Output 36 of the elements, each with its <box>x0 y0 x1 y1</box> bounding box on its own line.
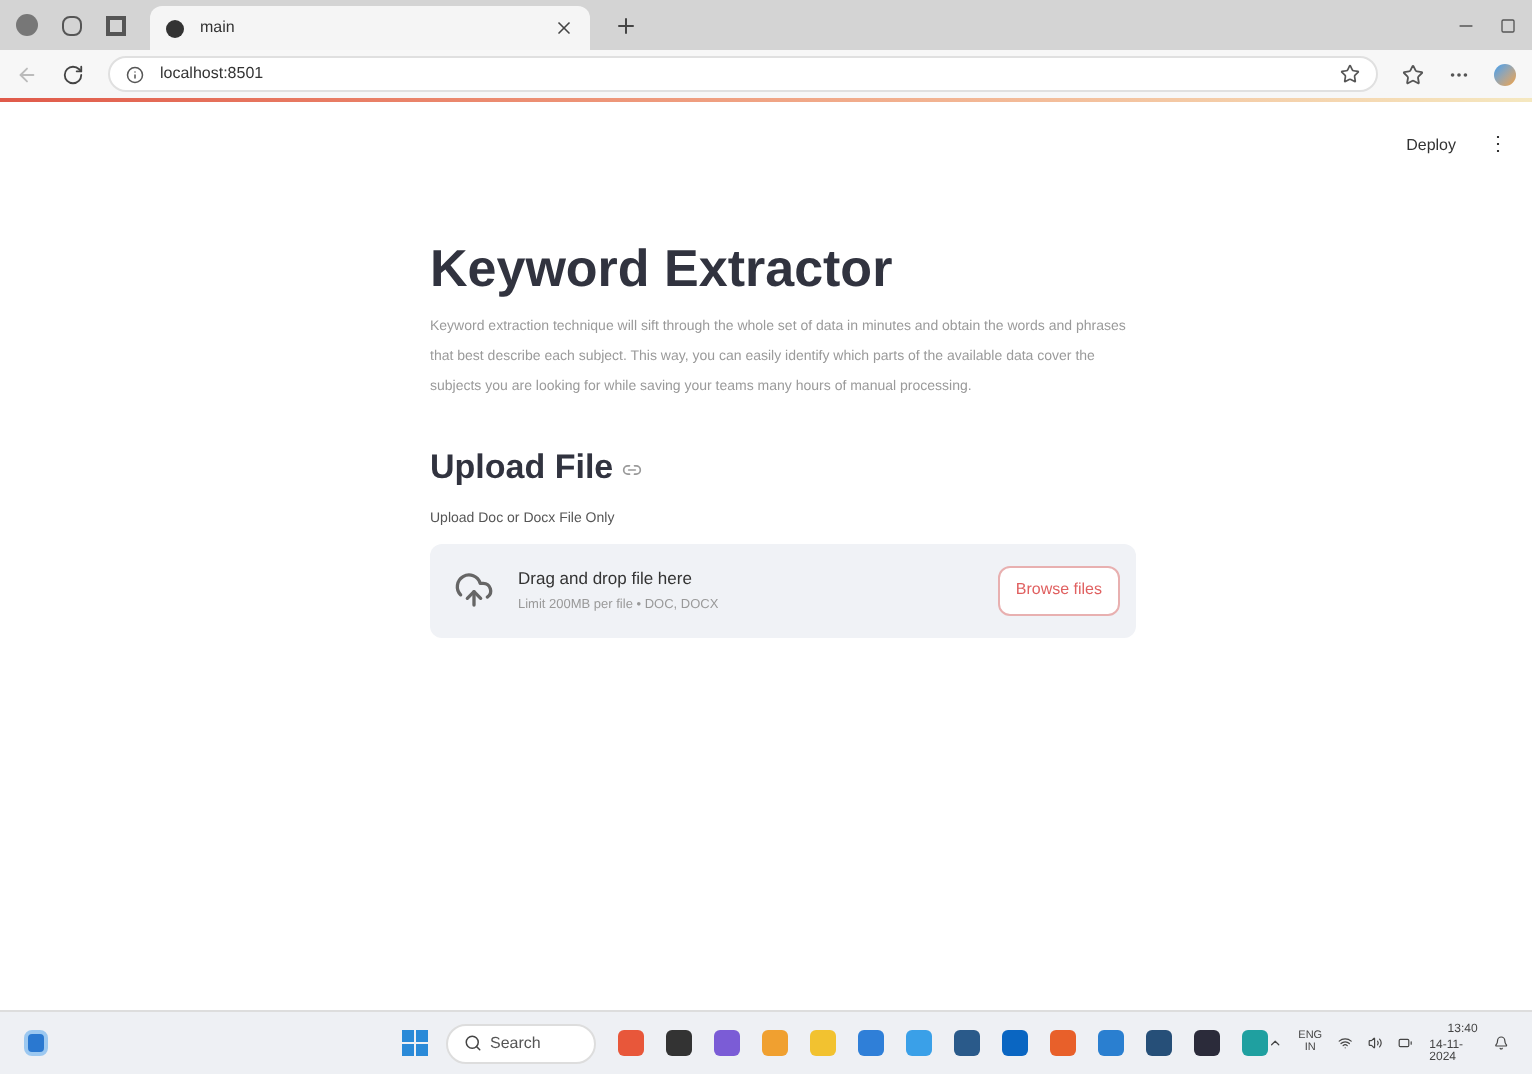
start-icon[interactable] <box>401 1030 428 1056</box>
favorite-icon[interactable] <box>1340 64 1360 84</box>
close-tab-icon[interactable] <box>554 18 574 38</box>
browser-tab[interactable]: main <box>150 6 590 50</box>
page-title: Keyword Extractor <box>430 236 895 301</box>
wifi-icon[interactable] <box>1338 1034 1353 1052</box>
workspaces-icon[interactable] <box>62 15 82 35</box>
tab-actions-icon[interactable] <box>106 15 126 35</box>
favicon-icon <box>166 19 184 37</box>
deploy-button[interactable]: Deploy <box>1406 133 1456 157</box>
browse-files-button[interactable]: Browse files <box>997 565 1120 615</box>
widgets-icon[interactable] <box>24 1030 48 1056</box>
tab-title: main <box>200 16 237 40</box>
site-info-icon[interactable] <box>126 65 144 83</box>
profile-icon[interactable] <box>16 14 38 36</box>
volume-icon[interactable] <box>1368 1034 1383 1052</box>
drop-text: Drag and drop file here <box>518 565 694 591</box>
address-bar[interactable]: localhost:8501 <box>108 56 1378 92</box>
link-icon[interactable] <box>621 460 642 481</box>
search-icon <box>463 1034 482 1052</box>
notification-icon[interactable] <box>1493 1034 1508 1052</box>
app-icon[interactable] <box>1145 1030 1172 1056</box>
battery-icon[interactable] <box>1398 1034 1414 1052</box>
app-icon[interactable] <box>665 1030 692 1056</box>
reload-icon[interactable] <box>62 63 84 85</box>
app-icon[interactable] <box>953 1030 980 1056</box>
app-icon[interactable] <box>1193 1030 1220 1056</box>
search-field[interactable]: Search <box>445 1023 596 1063</box>
copilot-icon[interactable] <box>1494 63 1516 85</box>
url-text: localhost:8501 <box>160 62 266 86</box>
section-heading: Upload File <box>430 445 614 489</box>
upload-icon <box>454 570 494 610</box>
main-menu-button[interactable]: ⋮ <box>1488 130 1508 160</box>
favorites-icon[interactable] <box>1402 63 1424 85</box>
maximize-icon[interactable] <box>1500 17 1516 33</box>
new-tab-icon[interactable] <box>614 13 638 37</box>
